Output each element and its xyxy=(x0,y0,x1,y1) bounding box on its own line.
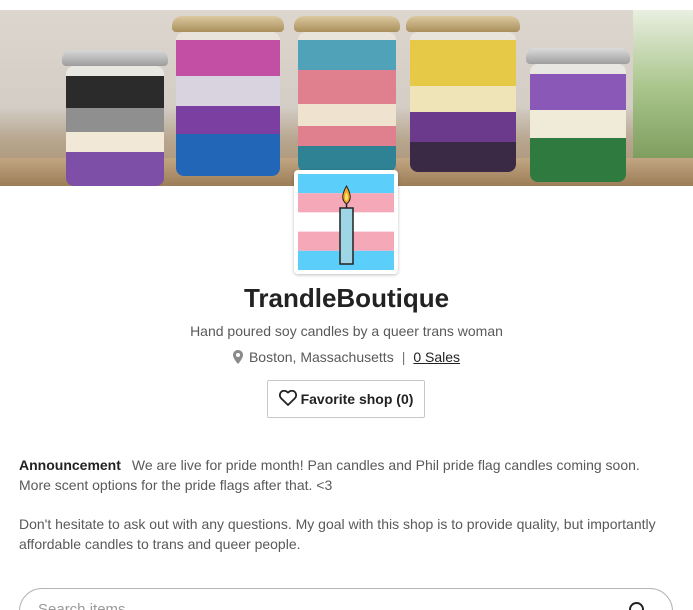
favorite-shop-button[interactable]: Favorite shop (0) xyxy=(267,380,425,418)
candle-jar-ace xyxy=(62,50,168,186)
shop-location: Boston, Massachusetts xyxy=(248,349,394,365)
search-items-input[interactable] xyxy=(38,601,598,610)
trans-flag-candle-logo xyxy=(298,174,394,270)
heart-icon xyxy=(278,389,297,409)
shop-search-bar[interactable] xyxy=(19,588,673,610)
shop-meta: Boston, Massachusetts | 0 Sales xyxy=(0,349,693,367)
announcement-note: Don't hesitate to ask out with any quest… xyxy=(19,516,656,552)
announcement-label: Announcement xyxy=(19,457,121,473)
shop-avatar[interactable] xyxy=(294,170,398,274)
candle-jar-genderqueer xyxy=(526,48,630,182)
favorite-shop-label: Favorite shop (0) xyxy=(300,391,414,407)
shop-tagline: Hand poured soy candles by a queer trans… xyxy=(190,323,503,339)
shop-name: TrandleBoutique xyxy=(243,283,450,313)
candle-jar-genderfluid xyxy=(172,16,284,176)
candle-jar-nonbinary xyxy=(406,16,520,172)
sales-count-link[interactable]: 0 Sales xyxy=(413,349,460,365)
location-pin-icon xyxy=(232,350,243,367)
candle-jar-trans xyxy=(294,16,400,172)
search-icon[interactable] xyxy=(628,601,648,610)
shop-banner-image xyxy=(0,10,693,186)
meta-divider: | xyxy=(401,349,406,365)
announcement-section: Announcement We are live for pride month!… xyxy=(19,455,659,554)
top-strip xyxy=(0,0,693,10)
announcement-message: Announcement We are live for pride month!… xyxy=(19,455,659,495)
